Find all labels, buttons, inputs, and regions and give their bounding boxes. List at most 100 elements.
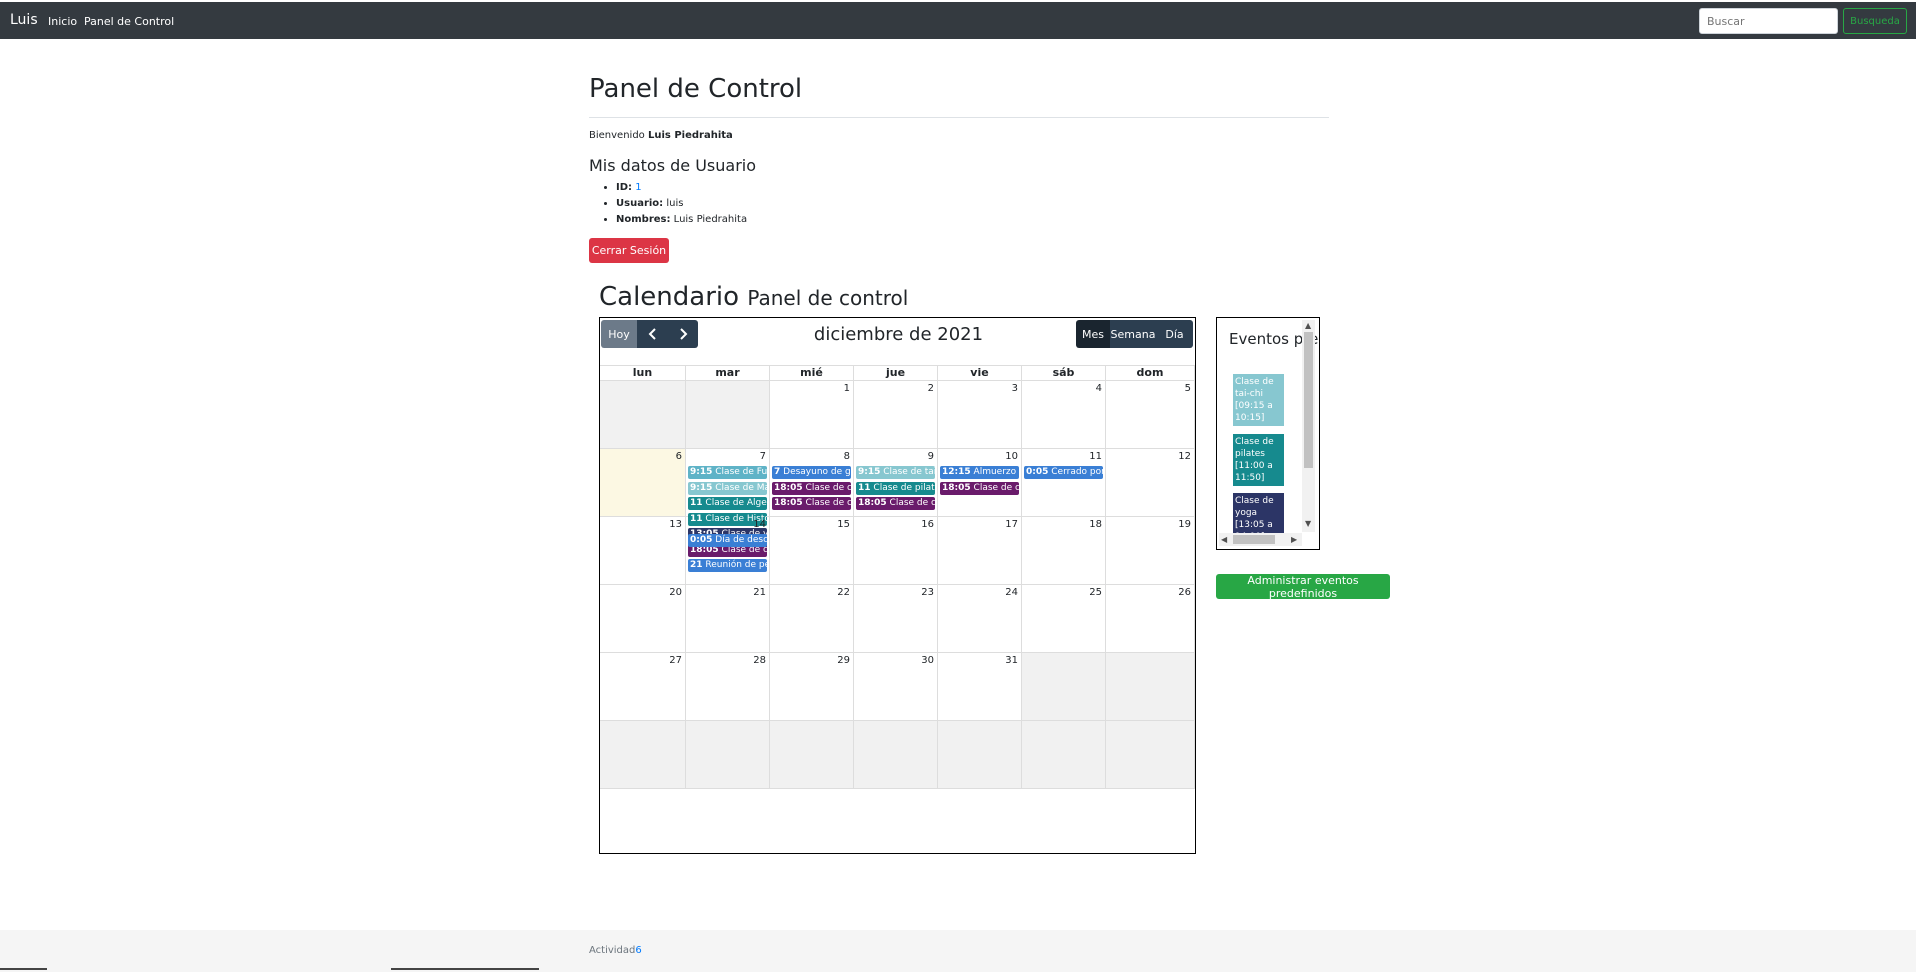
predefined-event-pilates[interactable]: Clase de pilates [11:00 a 11:50] bbox=[1233, 434, 1284, 486]
day-number[interactable]: 24 bbox=[1005, 587, 1018, 598]
day-number[interactable]: 12 bbox=[1178, 451, 1191, 462]
day-number[interactable]: 11 bbox=[1089, 451, 1102, 462]
calendar-day-cell[interactable] bbox=[1106, 653, 1195, 721]
logout-button[interactable]: Cerrar Sesión bbox=[589, 238, 669, 263]
day-number[interactable]: 31 bbox=[1005, 655, 1018, 666]
predefined-event-tai-chi[interactable]: Clase de tai-chi [09:15 a 10:15] bbox=[1233, 374, 1284, 426]
calendar-day-cell[interactable]: 23 bbox=[854, 585, 938, 653]
calendar-day-cell[interactable] bbox=[1022, 721, 1106, 789]
calendar-day-cell[interactable]: 20 bbox=[600, 585, 686, 653]
calendar-day-cell[interactable]: 13 bbox=[600, 517, 686, 585]
view-day-button[interactable]: Día bbox=[1156, 320, 1193, 348]
calendar-event[interactable]: 9:15 Clase de Matemáticas bbox=[688, 481, 767, 495]
day-number[interactable]: 8 bbox=[844, 451, 850, 462]
day-number[interactable]: 2 bbox=[928, 383, 934, 394]
calendar-day-cell[interactable] bbox=[1106, 721, 1195, 789]
day-number[interactable]: 14 bbox=[753, 519, 766, 530]
calendar-event[interactable]: 18:05 Clase de calistenia bbox=[940, 481, 1019, 495]
calendar-day-cell[interactable] bbox=[1022, 653, 1106, 721]
day-number[interactable]: 6 bbox=[676, 451, 682, 462]
day-number[interactable]: 25 bbox=[1089, 587, 1102, 598]
day-number[interactable]: 17 bbox=[1005, 519, 1018, 530]
day-number[interactable]: 4 bbox=[1096, 383, 1102, 394]
day-number[interactable]: 1 bbox=[844, 383, 850, 394]
calendar-event[interactable]: 7 Desayuno de grupo bbox=[772, 466, 851, 479]
day-number[interactable]: 3 bbox=[1012, 383, 1018, 394]
day-number[interactable]: 20 bbox=[669, 587, 682, 598]
search-input[interactable] bbox=[1699, 8, 1838, 34]
calendar-day-cell[interactable]: 22 bbox=[770, 585, 854, 653]
calendar-day-cell[interactable]: 30 bbox=[854, 653, 938, 721]
scroll-right-icon[interactable]: ▶ bbox=[1291, 535, 1297, 544]
day-number[interactable]: 30 bbox=[921, 655, 934, 666]
calendar-day-cell[interactable]: 27 bbox=[600, 653, 686, 721]
predefined-vertical-scroll-thumb[interactable] bbox=[1304, 332, 1313, 468]
calendar-event[interactable]: 0:05 Cerrado por día bbox=[1024, 466, 1103, 479]
calendar-day-cell[interactable]: 15 bbox=[770, 517, 854, 585]
calendar-day-cell[interactable]: 5 bbox=[1106, 381, 1195, 449]
day-number[interactable]: 22 bbox=[837, 587, 850, 598]
calendar-day-cell[interactable] bbox=[686, 721, 770, 789]
calendar-day-cell[interactable]: 28 bbox=[686, 653, 770, 721]
calendar-day-cell[interactable]: 17 bbox=[938, 517, 1022, 585]
calendar-event[interactable]: 9:15 Clase de tai-chi bbox=[856, 466, 935, 479]
day-number[interactable]: 13 bbox=[669, 519, 682, 530]
calendar-day-cell[interactable]: 11 0:05 Cerrado por día bbox=[1022, 449, 1106, 517]
calendar-day-cell[interactable]: 21 bbox=[686, 585, 770, 653]
day-number[interactable]: 18 bbox=[1089, 519, 1102, 530]
day-number[interactable]: 21 bbox=[753, 587, 766, 598]
calendar-day-cell[interactable] bbox=[770, 721, 854, 789]
calendar-day-cell[interactable] bbox=[854, 721, 938, 789]
calendar-day-cell[interactable]: 1012:15 Almuerzo a la carta18:05 Clase d… bbox=[938, 449, 1022, 517]
manage-predefined-events-button[interactable]: Administrar eventos predefinidos bbox=[1216, 574, 1390, 600]
day-number[interactable]: 29 bbox=[837, 655, 850, 666]
nav-link-inicio[interactable]: Inicio bbox=[48, 15, 77, 28]
calendar-day-cell[interactable]: 24 bbox=[938, 585, 1022, 653]
calendar-event[interactable]: 9:15 Clase de Fundamentos bbox=[688, 466, 767, 479]
day-number[interactable]: 27 bbox=[669, 655, 682, 666]
calendar-event[interactable]: 18:05 Clase de calistenia bbox=[772, 481, 851, 495]
calendar-day-cell[interactable]: 2 bbox=[854, 381, 938, 449]
calendar-day-cell[interactable]: 16 bbox=[854, 517, 938, 585]
calendar-day-cell[interactable] bbox=[686, 381, 770, 449]
scroll-up-icon[interactable]: ▲ bbox=[1305, 321, 1311, 330]
nav-link-panel-de-control[interactable]: Panel de Control bbox=[84, 15, 174, 28]
day-number[interactable]: 7 bbox=[760, 451, 766, 462]
day-number[interactable]: 16 bbox=[921, 519, 934, 530]
navbar-brand[interactable]: Luis bbox=[10, 12, 38, 28]
scroll-down-icon[interactable]: ▼ bbox=[1305, 519, 1311, 528]
calendar-event[interactable]: 11 Clase de Algebra bbox=[688, 497, 767, 510]
day-number[interactable]: 19 bbox=[1178, 519, 1191, 530]
calendar-event[interactable]: 12:15 Almuerzo a la carta bbox=[940, 466, 1019, 479]
calendar-day-cell[interactable]: 12 bbox=[1106, 449, 1195, 517]
calendar-day-cell[interactable] bbox=[600, 381, 686, 449]
calendar-day-cell[interactable]: 14 0:05 Día de descanso bbox=[686, 517, 770, 585]
scroll-left-icon[interactable]: ◀ bbox=[1221, 535, 1227, 544]
calendar-day-cell[interactable] bbox=[600, 721, 686, 789]
day-number[interactable]: 5 bbox=[1185, 383, 1191, 394]
calendar-day-cell[interactable]: 1 bbox=[770, 381, 854, 449]
calendar-day-cell[interactable] bbox=[938, 721, 1022, 789]
calendar-event[interactable]: 18:05 Clase de calistenia bbox=[856, 497, 935, 510]
view-week-button[interactable]: Semana bbox=[1110, 320, 1156, 348]
calendar-event[interactable]: 11 Clase de pilates bbox=[856, 481, 935, 495]
calendar-event[interactable]: 18:05 Clase de calistenia bbox=[772, 497, 851, 510]
calendar-day-cell[interactable]: 9 9:15 Clase de tai-chi 11 Clase de pilate… bbox=[854, 449, 938, 517]
predefined-horizontal-scroll-thumb[interactable] bbox=[1233, 535, 1275, 544]
day-number[interactable]: 23 bbox=[921, 587, 934, 598]
calendar-day-cell[interactable]: 19 bbox=[1106, 517, 1195, 585]
calendar-day-cell[interactable]: 8 7 Desayuno de grupo 18:05 Clase de calis… bbox=[770, 449, 854, 517]
calendar-event[interactable]: 0:05 Día de descanso bbox=[688, 534, 767, 547]
day-number[interactable]: 15 bbox=[837, 519, 850, 530]
calendar-day-cell[interactable]: 3 bbox=[938, 381, 1022, 449]
calendar-day-cell[interactable]: 25 bbox=[1022, 585, 1106, 653]
view-month-button[interactable]: Mes bbox=[1076, 320, 1110, 348]
calendar-day-cell[interactable]: 18 bbox=[1022, 517, 1106, 585]
day-number[interactable]: 28 bbox=[753, 655, 766, 666]
calendar-day-cell[interactable]: 26 bbox=[1106, 585, 1195, 653]
calendar-day-cell[interactable]: 31 bbox=[938, 653, 1022, 721]
calendar-day-cell[interactable]: 7 9:15 Clase de Fundamentos 9:15 Clase de … bbox=[686, 449, 770, 572]
footer-link[interactable]: 6 bbox=[635, 945, 641, 956]
calendar-day-cell[interactable]: 4 bbox=[1022, 381, 1106, 449]
day-number[interactable]: 9 bbox=[928, 451, 934, 462]
